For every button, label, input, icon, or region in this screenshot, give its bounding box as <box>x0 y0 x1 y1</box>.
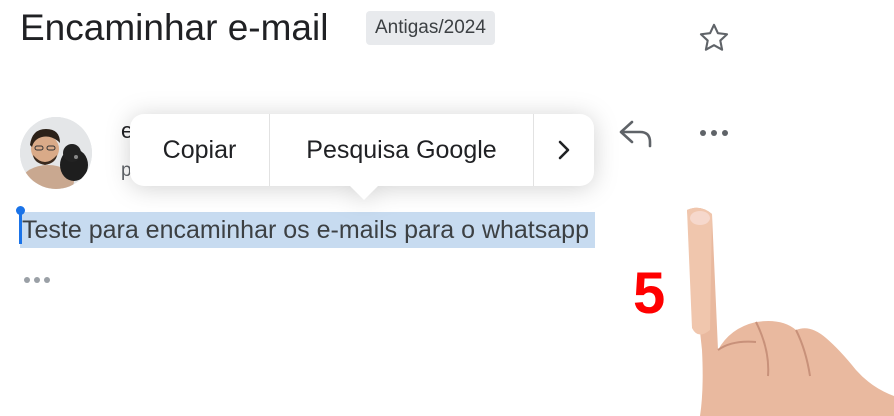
avatar[interactable] <box>20 117 92 189</box>
text-context-menu: Copiar Pesquisa Google <box>130 114 594 202</box>
more-options-menu-item[interactable] <box>534 114 594 186</box>
selection-handle[interactable] <box>19 210 22 244</box>
avatar-photo-icon <box>20 117 92 189</box>
chevron-right-icon <box>558 140 570 160</box>
google-search-menu-item[interactable]: Pesquisa Google <box>270 114 534 186</box>
more-horizontal-icon[interactable] <box>694 118 734 148</box>
pointing-hand-icon <box>687 207 894 416</box>
label-chip[interactable]: Antigas/2024 <box>366 11 495 45</box>
copy-menu-item[interactable]: Copiar <box>130 114 270 186</box>
reply-icon[interactable] <box>614 116 656 152</box>
context-menu-pointer <box>348 184 380 200</box>
star-icon[interactable] <box>696 20 732 56</box>
selection-handle-dot[interactable] <box>16 206 25 215</box>
ellipsis-icon[interactable] <box>22 270 56 290</box>
email-subject: Encaminhar e-mail <box>20 7 329 48</box>
message-body-selected[interactable]: Teste para encaminhar os e-mails para o … <box>20 212 595 248</box>
